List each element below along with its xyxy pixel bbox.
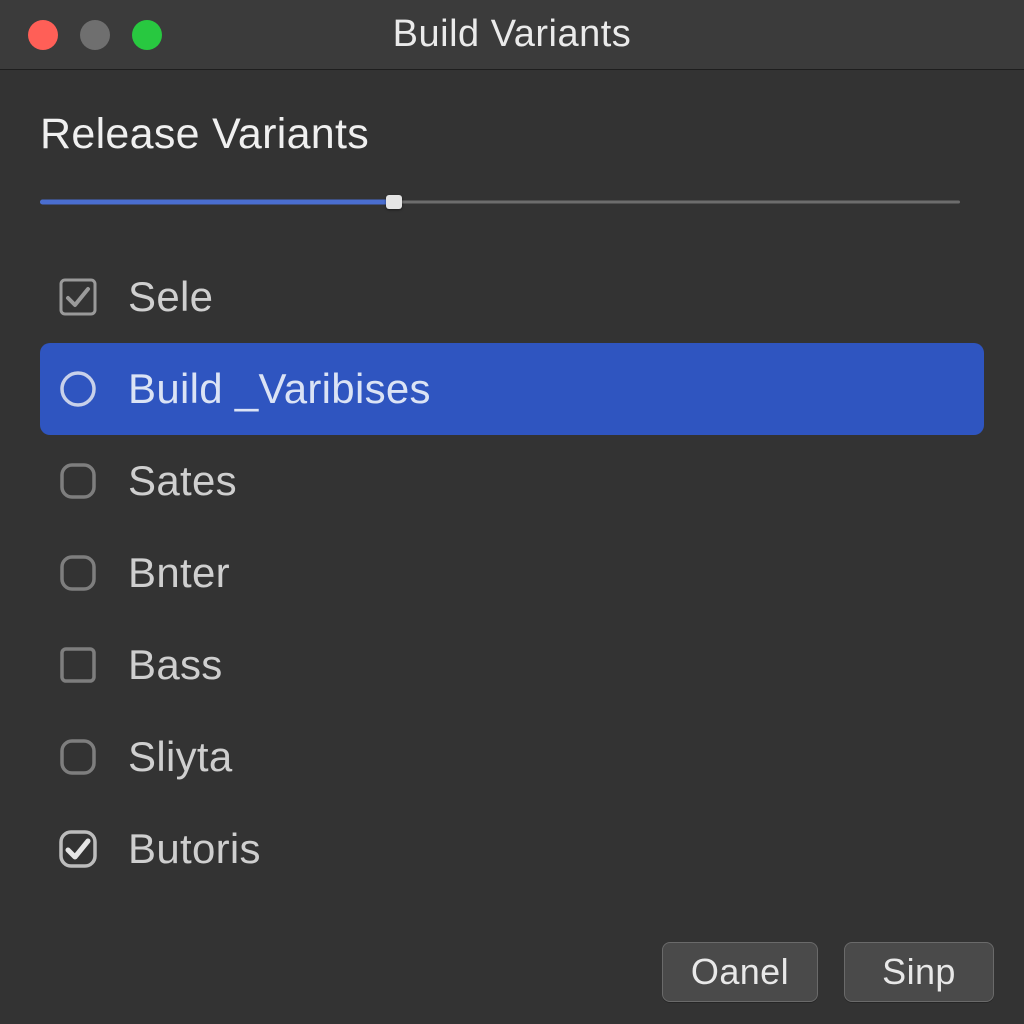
close-icon[interactable] [28,20,58,50]
cancel-button[interactable]: Oanel [662,942,818,1002]
zoom-icon[interactable] [132,20,162,50]
variant-row-bass[interactable]: Bass [40,619,984,711]
dialog-footer: Oanel Sinp [662,942,994,1002]
variant-label: Sates [128,457,237,505]
window-title: Build Variants [393,13,632,56]
variant-row-sliyta[interactable]: Sliyta [40,711,984,803]
variant-list: Sele Build _Varibises Sates Bnter Bass [40,251,984,895]
title-bar: Build Variants [0,0,1024,70]
variant-row-butoris[interactable]: Butoris [40,803,984,895]
variant-label: Sele [128,273,213,321]
radio-unchecked-icon[interactable] [58,369,98,409]
checkbox-unchecked-icon[interactable] [58,737,98,777]
variant-row-bnter[interactable]: Bnter [40,527,984,619]
variant-label: Butoris [128,825,261,873]
checkbox-unchecked-icon[interactable] [58,461,98,501]
checkbox-checked-icon[interactable] [58,277,98,317]
ok-button[interactable]: Sinp [844,942,994,1002]
checkbox-checked-icon[interactable] [58,829,98,869]
variant-label: Sliyta [128,733,233,781]
progress-slider[interactable] [40,195,960,209]
checkbox-unchecked-icon[interactable] [58,553,98,593]
variant-label: Build _Varibises [128,365,431,413]
variant-row-sates[interactable]: Sates [40,435,984,527]
slider-thumb-icon[interactable] [386,195,402,209]
variant-label: Bnter [128,549,230,597]
variant-label: Bass [128,641,223,689]
slider-fill [40,200,394,205]
variant-row-build[interactable]: Build _Varibises [40,343,984,435]
section-title: Release Variants [40,110,984,159]
traffic-lights [28,20,162,50]
variant-row-sele[interactable]: Sele [40,251,984,343]
checkbox-unchecked-icon[interactable] [58,645,98,685]
minimize-icon[interactable] [80,20,110,50]
